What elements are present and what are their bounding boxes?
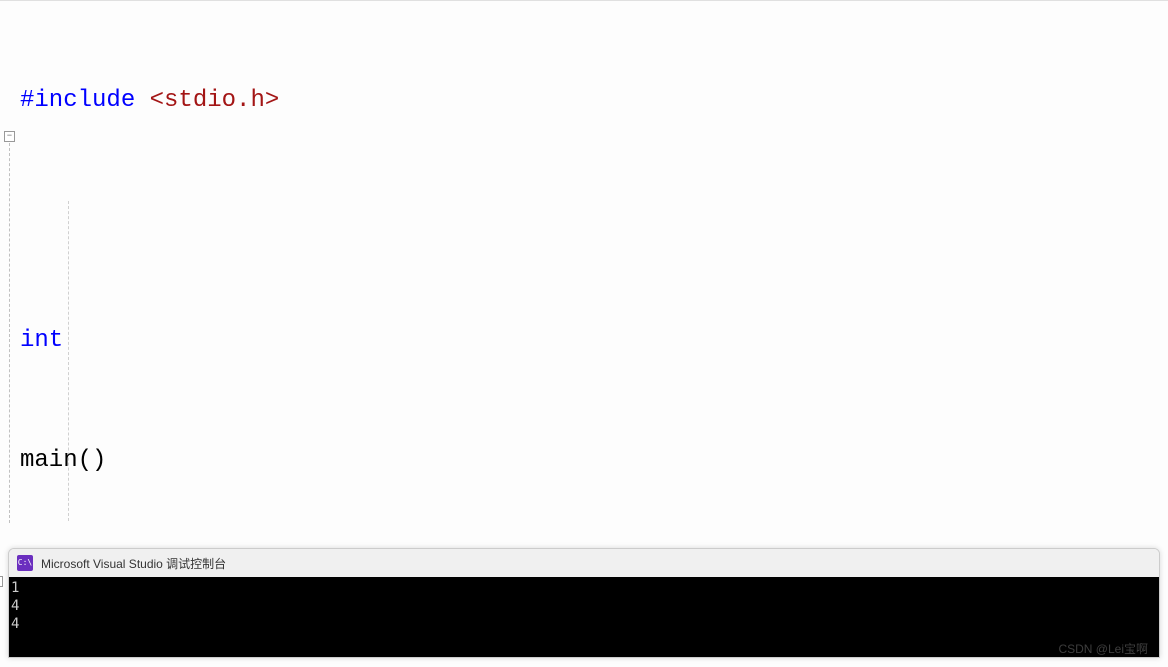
- console-app-icon: C:\: [17, 555, 33, 571]
- code-line-empty[interactable]: [20, 201, 1168, 241]
- code-content[interactable]: #include <stdio.h> int main() { char c =…: [20, 1, 1168, 548]
- fold-toggle-icon[interactable]: −: [4, 131, 15, 142]
- console-titlebar[interactable]: C:\ Microsoft Visual Studio 调试控制台: [9, 549, 1159, 577]
- header-name: stdio.h: [164, 87, 265, 114]
- debug-console-window: C:\ Microsoft Visual Studio 调试控制台 1 4 4: [8, 548, 1160, 658]
- console-output[interactable]: 1 4 4: [9, 577, 1159, 657]
- code-line[interactable]: main(): [20, 441, 1168, 481]
- function-name: main(): [20, 447, 106, 474]
- code-editor[interactable]: − #include <stdio.h> int main() { char c…: [0, 0, 1168, 548]
- output-line: 4: [11, 598, 19, 614]
- angle-close: >: [265, 87, 279, 114]
- editor-gutter: −: [0, 1, 18, 548]
- fold-guide-line: [9, 143, 10, 523]
- watermark-text: CSDN @Lei宝啊: [1058, 640, 1148, 657]
- fold-toggle-icon[interactable]: −: [0, 576, 3, 587]
- preprocessor: #include: [20, 87, 135, 114]
- console-title: Microsoft Visual Studio 调试控制台: [41, 555, 226, 572]
- code-line[interactable]: #include <stdio.h>: [20, 81, 1168, 121]
- angle-open: <: [135, 87, 164, 114]
- keyword-int: int: [20, 327, 63, 354]
- output-line: 4: [11, 616, 19, 632]
- output-line: 1: [11, 580, 19, 596]
- code-line[interactable]: int: [20, 321, 1168, 361]
